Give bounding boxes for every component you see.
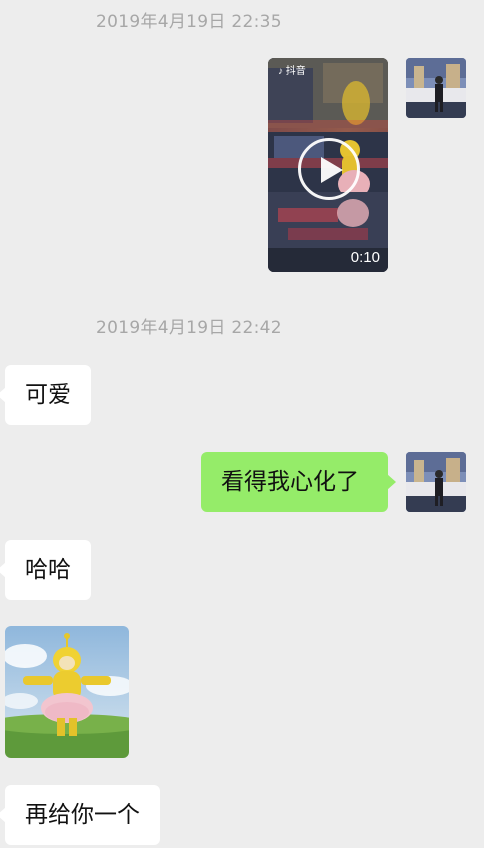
sent-message-bubble[interactable]: 看得我心化了 [201, 452, 396, 512]
received-message-bubble[interactable]: 哈哈 [0, 540, 91, 600]
message-text: 哈哈 [25, 557, 71, 583]
video-message[interactable]: ♪ 抖音 0:10 [268, 58, 388, 272]
received-message-bubble[interactable]: 可爱 [0, 365, 91, 425]
teletubby-sticker-icon [5, 626, 129, 758]
my-avatar[interactable] [406, 58, 466, 118]
video-source-label: 抖音 [285, 66, 306, 77]
play-icon[interactable] [298, 138, 360, 200]
message-text: 可爱 [25, 382, 71, 408]
timestamp: 2019年4月19日 22:35 [96, 12, 282, 32]
timestamp: 2019年4月19日 22:42 [96, 318, 282, 338]
received-image-message[interactable] [5, 626, 129, 758]
avatar-photo [406, 452, 466, 512]
message-text: 再给你一个 [25, 802, 140, 828]
avatar-photo [406, 58, 466, 118]
video-source-logo: ♪ 抖音 [278, 66, 306, 77]
video-duration: 0:10 [350, 249, 380, 266]
received-message-bubble[interactable]: 再给你一个 [0, 785, 160, 845]
my-avatar[interactable] [406, 452, 466, 512]
message-text: 看得我心化了 [221, 469, 359, 495]
